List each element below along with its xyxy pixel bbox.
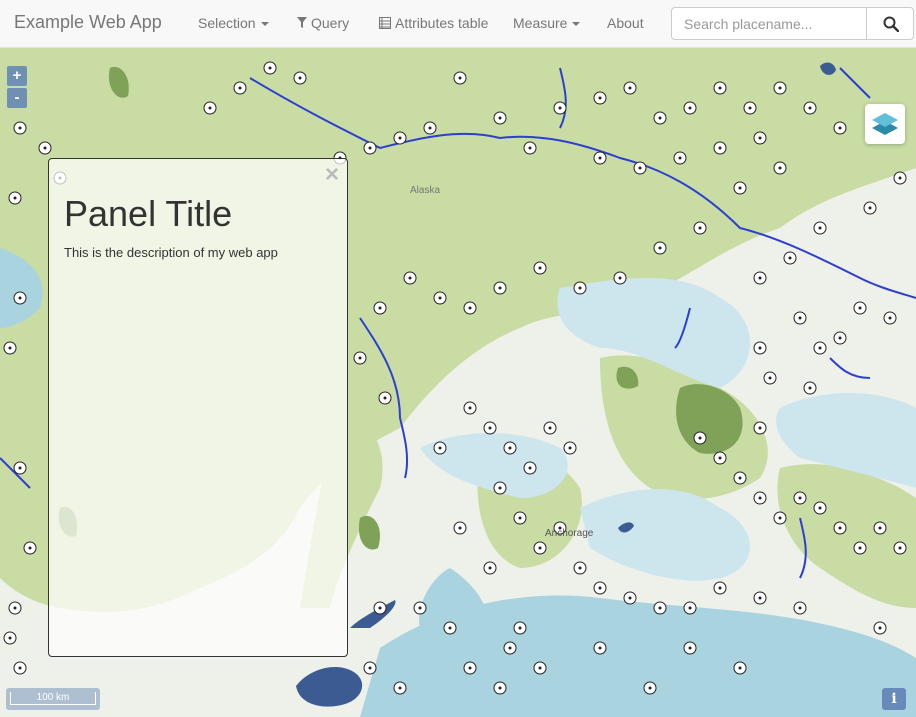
search-input[interactable]	[671, 7, 867, 40]
scale-bar: 100 km	[6, 688, 100, 710]
search-icon	[883, 16, 899, 32]
panel-title: Panel Title	[64, 193, 233, 234]
filter-icon	[297, 17, 307, 28]
place-label-alaska: Alaska	[410, 185, 440, 196]
caret-down-icon	[260, 22, 269, 27]
panel-description: This is the description of my web app	[64, 245, 278, 260]
nav-attributes-label: Attributes table	[395, 15, 489, 31]
nav-selection-dropdown[interactable]: Selection	[198, 15, 269, 31]
map-canvas[interactable]: Alaska Anchorage + - × Panel Title This …	[0, 48, 916, 717]
scale-label: 100 km	[10, 692, 96, 705]
search-button[interactable]	[866, 7, 914, 40]
navbar: Example Web App Selection Query Attribut…	[0, 0, 916, 48]
nav-measure-label: Measure	[513, 15, 568, 31]
nav-query[interactable]: Query	[297, 15, 349, 31]
app-brand[interactable]: Example Web App	[14, 12, 162, 33]
nav-about[interactable]: About	[607, 15, 644, 31]
nav-measure-dropdown[interactable]: Measure	[513, 15, 581, 31]
caret-down-icon	[572, 22, 581, 27]
info-panel: × Panel Title This is the description of…	[48, 158, 348, 657]
nav-selection-label: Selection	[198, 15, 256, 31]
layers-icon	[872, 113, 898, 135]
nav-query-label: Query	[311, 15, 350, 31]
nav-attributes-table[interactable]: Attributes table	[379, 15, 488, 31]
table-icon	[379, 17, 391, 29]
layer-switcher-button[interactable]	[865, 104, 905, 144]
zoom-in-button[interactable]: +	[7, 66, 27, 86]
info-button[interactable]: i	[882, 688, 906, 710]
panel-close-button[interactable]: ×	[325, 161, 339, 189]
zoom-out-button[interactable]: -	[7, 88, 27, 108]
place-label-anchorage: Anchorage	[545, 528, 594, 539]
